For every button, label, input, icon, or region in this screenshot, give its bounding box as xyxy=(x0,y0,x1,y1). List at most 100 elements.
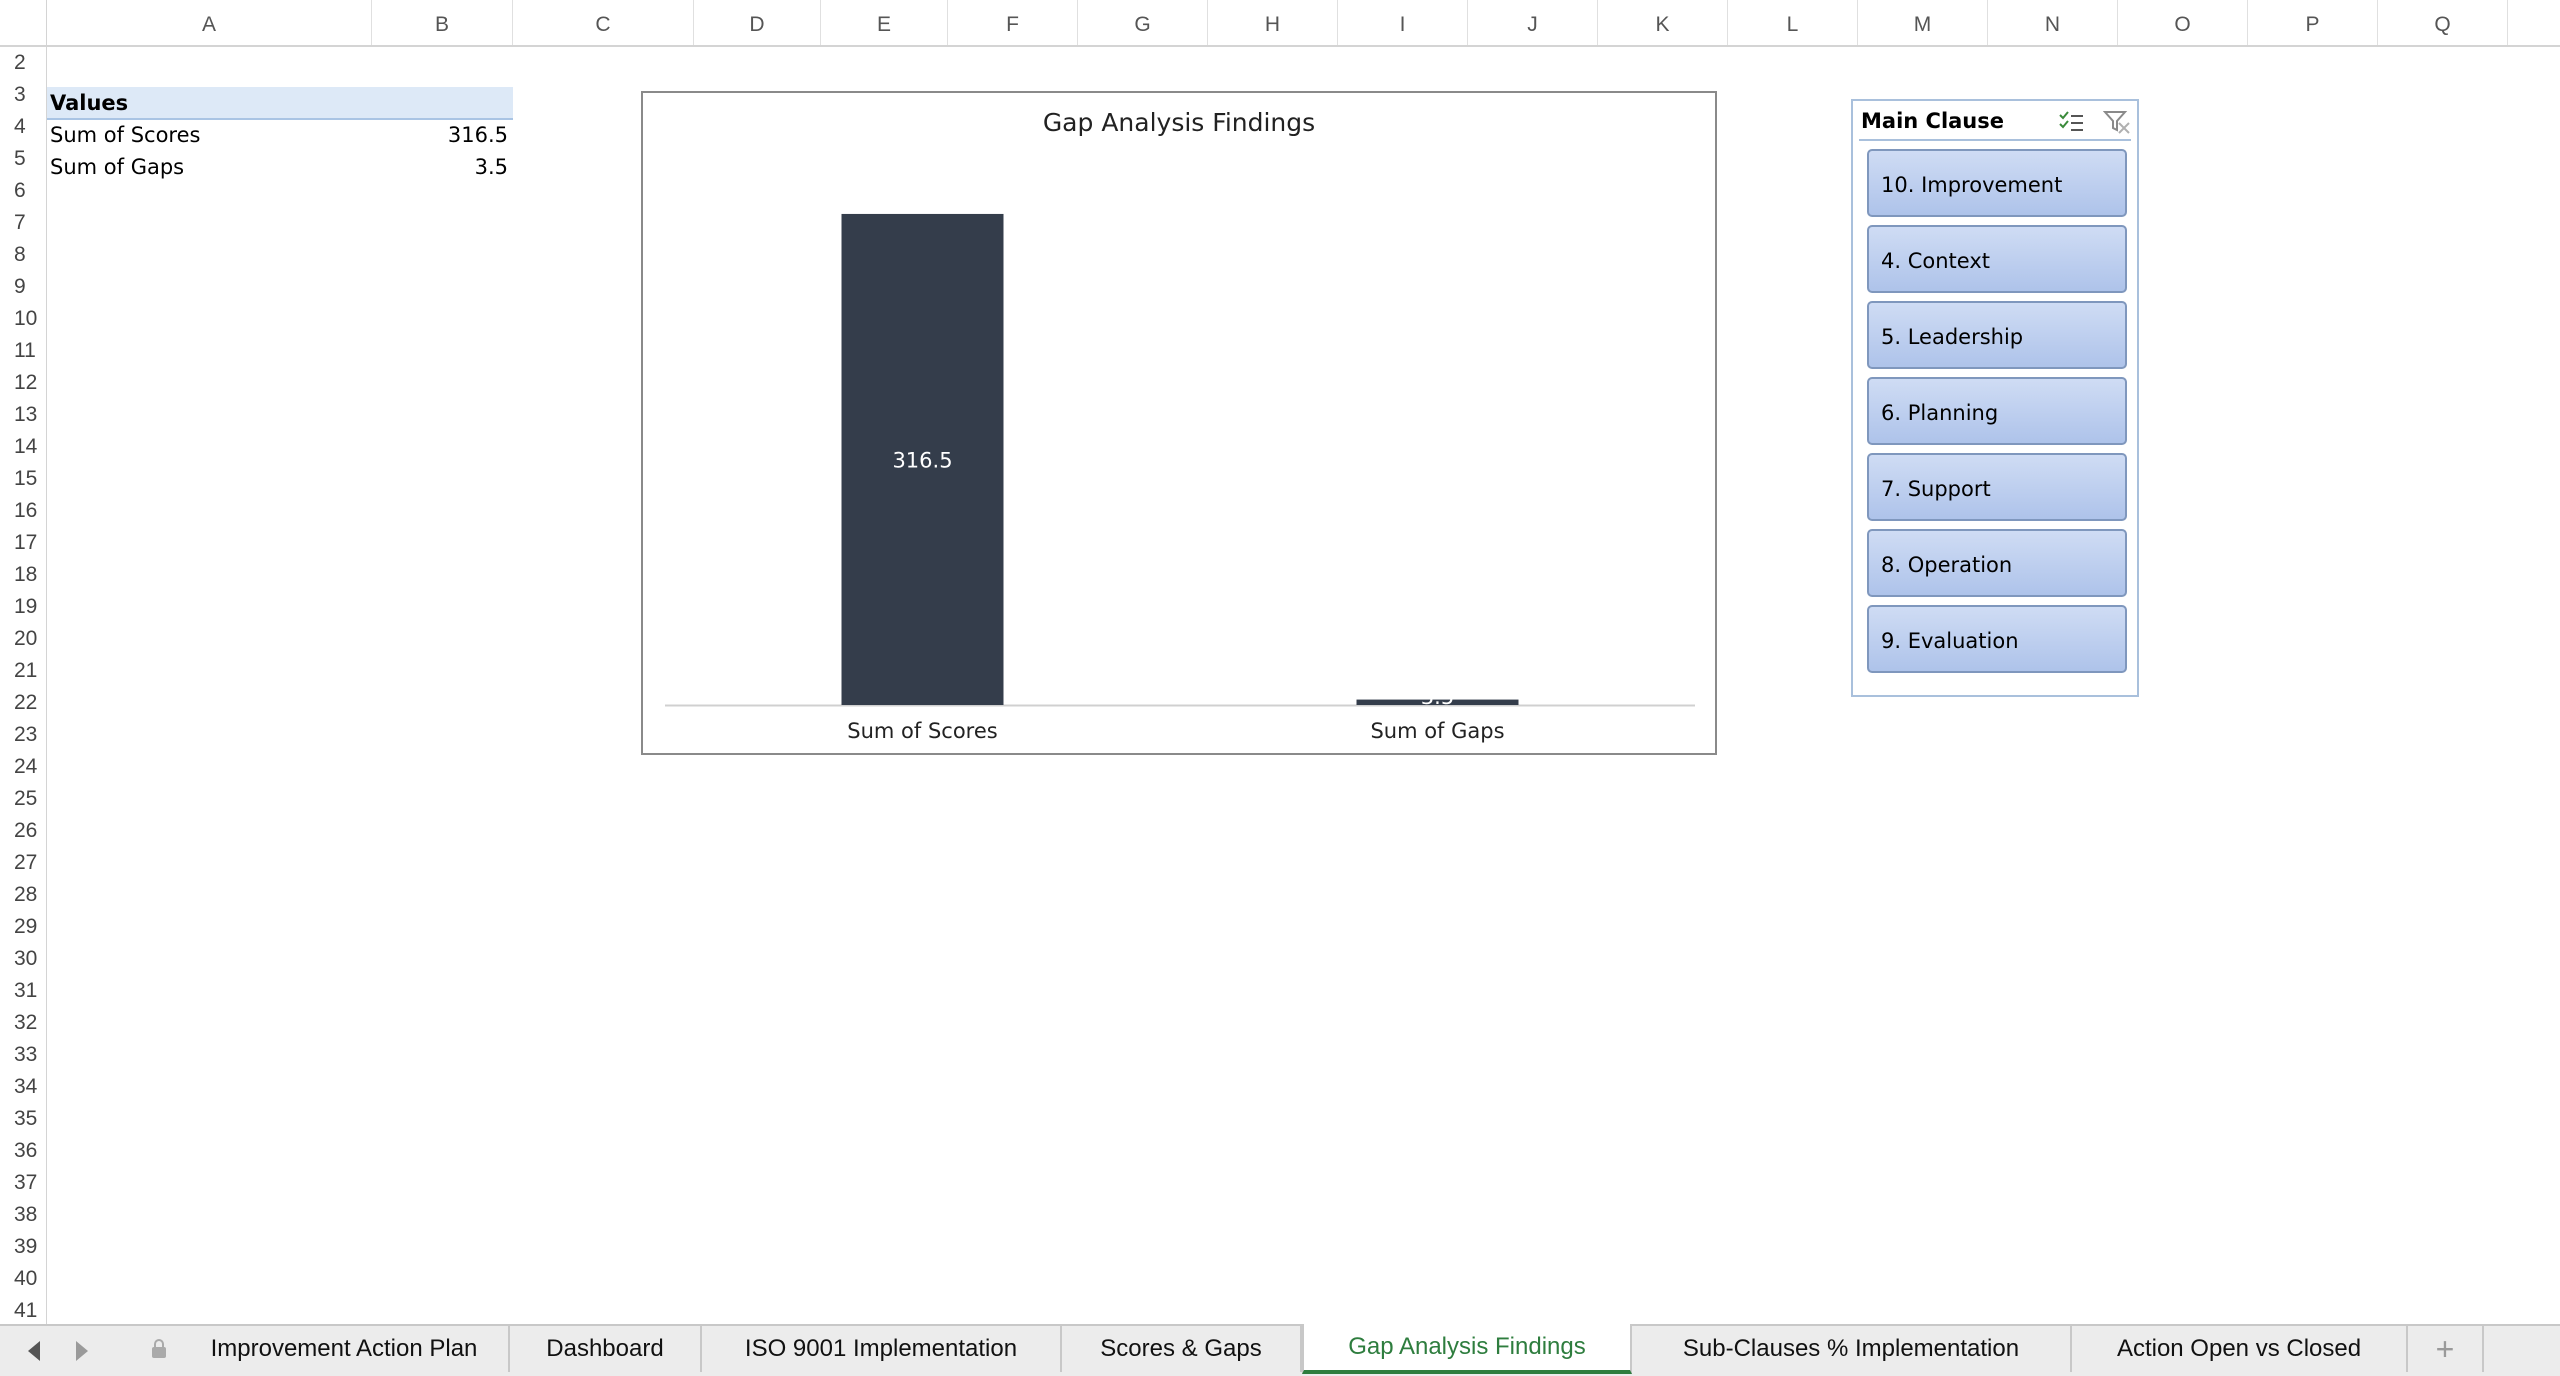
column-header-h[interactable]: H xyxy=(1208,0,1338,45)
chart-data-label: 3.5 xyxy=(1421,685,1454,709)
tab-label: Improvement Action Plan xyxy=(210,1335,478,1362)
column-header-b[interactable]: B xyxy=(372,0,513,45)
tab-label: Scores & Gaps xyxy=(1100,1335,1262,1362)
row-header-19[interactable]: 19 xyxy=(0,591,46,623)
pivot-row-label[interactable]: Sum of Gaps xyxy=(50,152,184,182)
pivot-row-value[interactable]: 3.5 xyxy=(372,152,508,182)
tab-label: ISO 9001 Implementation xyxy=(744,1335,1018,1362)
row-header-41[interactable]: 41 xyxy=(0,1295,46,1324)
tab-gap-analysis-findings[interactable]: Gap Analysis Findings xyxy=(1302,1324,1632,1374)
scroll-tabs-left-icon[interactable] xyxy=(22,1336,48,1366)
chart-title: Gap Analysis Findings xyxy=(1043,108,1315,137)
row-header-17[interactable]: 17 xyxy=(0,527,46,559)
slicer-item-improvement[interactable]: 10. Improvement xyxy=(1867,149,2127,217)
add-sheet-button[interactable]: + xyxy=(2408,1326,2484,1372)
tab-scores-gaps[interactable]: Scores & Gaps xyxy=(1062,1326,1302,1372)
chart-category-label: Sum of Scores xyxy=(847,719,997,743)
tab-label: Sub-Clauses % Implementation xyxy=(1682,1335,2020,1362)
multi-select-icon[interactable] xyxy=(2057,109,2085,135)
tab-label: Dashboard xyxy=(546,1335,664,1362)
slicer-item-leadership[interactable]: 5. Leadership xyxy=(1867,301,2127,369)
row-header-39[interactable]: 39 xyxy=(0,1231,46,1263)
row-header-36[interactable]: 36 xyxy=(0,1135,46,1167)
column-header-l[interactable]: L xyxy=(1728,0,1858,45)
row-header-2[interactable]: 2 xyxy=(0,47,46,79)
slicer-header: Main Clause xyxy=(1859,107,2131,141)
column-header-e[interactable]: E xyxy=(821,0,948,45)
row-header-27[interactable]: 27 xyxy=(0,847,46,879)
column-header-k[interactable]: K xyxy=(1598,0,1728,45)
row-header-25[interactable]: 25 xyxy=(0,783,46,815)
column-header-f[interactable]: F xyxy=(948,0,1078,45)
row-header-4[interactable]: 4 xyxy=(0,111,46,143)
column-header-m[interactable]: M xyxy=(1858,0,1988,45)
tab-improvement-action-plan[interactable]: Improvement Action Plan xyxy=(140,1326,510,1372)
column-header-q[interactable]: Q xyxy=(2378,0,2508,45)
main-clause-slicer[interactable]: Main Clause 10. Improvement 4. Context 5… xyxy=(1851,99,2139,697)
select-all-corner[interactable] xyxy=(0,0,47,45)
pivot-row-value[interactable]: 316.5 xyxy=(372,120,508,150)
gap-analysis-chart[interactable]: Gap Analysis Findings 316.5 Sum of Scores 3… xyxy=(641,91,1717,755)
row-header-15[interactable]: 15 xyxy=(0,463,46,495)
row-header-24[interactable]: 24 xyxy=(0,751,46,783)
row-header-21[interactable]: 21 xyxy=(0,655,46,687)
lock-icon xyxy=(152,1339,166,1358)
row-header-9[interactable]: 9 xyxy=(0,271,46,303)
row-header-31[interactable]: 31 xyxy=(0,975,46,1007)
clear-filter-icon[interactable] xyxy=(2103,109,2131,135)
column-header-c[interactable]: C xyxy=(513,0,694,45)
row-header-32[interactable]: 32 xyxy=(0,1007,46,1039)
chart-data-label: 316.5 xyxy=(892,448,952,472)
column-header-p[interactable]: P xyxy=(2248,0,2378,45)
tab-sub-clauses-implementation[interactable]: Sub-Clauses % Implementation xyxy=(1632,1326,2072,1372)
row-header-7[interactable]: 7 xyxy=(0,207,46,239)
slicer-item-support[interactable]: 7. Support xyxy=(1867,453,2127,521)
row-header-23[interactable]: 23 xyxy=(0,719,46,751)
row-header-34[interactable]: 34 xyxy=(0,1071,46,1103)
row-header-bar: 2 3 4 5 6 7 8 9 10 11 12 13 14 15 16 17 18 19 20 21 22 23 24 25… xyxy=(0,47,47,1324)
row-header-18[interactable]: 18 xyxy=(0,559,46,591)
column-header-i[interactable]: I xyxy=(1338,0,1468,45)
tab-label: Action Open vs Closed xyxy=(2116,1335,2362,1362)
row-header-16[interactable]: 16 xyxy=(0,495,46,527)
column-header-g[interactable]: G xyxy=(1078,0,1208,45)
column-header-a[interactable]: A xyxy=(47,0,372,45)
row-header-13[interactable]: 13 xyxy=(0,399,46,431)
row-header-5[interactable]: 5 xyxy=(0,143,46,175)
column-header-j[interactable]: J xyxy=(1468,0,1598,45)
row-header-3[interactable]: 3 xyxy=(0,79,46,111)
chart-category-label: Sum of Gaps xyxy=(1370,719,1504,743)
scroll-tabs-right-icon[interactable] xyxy=(68,1336,94,1366)
pivot-header-values[interactable]: Values xyxy=(50,88,128,118)
slicer-item-operation[interactable]: 8. Operation xyxy=(1867,529,2127,597)
pivot-row-label[interactable]: Sum of Scores xyxy=(50,120,200,150)
row-header-14[interactable]: 14 xyxy=(0,431,46,463)
row-header-12[interactable]: 12 xyxy=(0,367,46,399)
row-header-20[interactable]: 20 xyxy=(0,623,46,655)
column-header-o[interactable]: O xyxy=(2118,0,2248,45)
row-header-11[interactable]: 11 xyxy=(0,335,46,367)
row-header-40[interactable]: 40 xyxy=(0,1263,46,1295)
row-header-28[interactable]: 28 xyxy=(0,879,46,911)
tab-action-open-vs-closed[interactable]: Action Open vs Closed xyxy=(2072,1326,2408,1372)
row-header-30[interactable]: 30 xyxy=(0,943,46,975)
tab-dashboard[interactable]: Dashboard xyxy=(510,1326,702,1372)
row-header-26[interactable]: 26 xyxy=(0,815,46,847)
row-header-6[interactable]: 6 xyxy=(0,175,46,207)
row-header-8[interactable]: 8 xyxy=(0,239,46,271)
row-header-35[interactable]: 35 xyxy=(0,1103,46,1135)
row-header-22[interactable]: 22 xyxy=(0,687,46,719)
column-header-n[interactable]: N xyxy=(1988,0,2118,45)
row-header-37[interactable]: 37 xyxy=(0,1167,46,1199)
tab-iso-9001-implementation[interactable]: ISO 9001 Implementation xyxy=(702,1326,1062,1372)
row-header-33[interactable]: 33 xyxy=(0,1039,46,1071)
row-header-10[interactable]: 10 xyxy=(0,303,46,335)
slicer-item-context[interactable]: 4. Context xyxy=(1867,225,2127,293)
sheet-tab-bar: Improvement Action Plan Dashboard ISO 90… xyxy=(0,1324,2560,1376)
row-header-38[interactable]: 38 xyxy=(0,1199,46,1231)
chart-canvas: Gap Analysis Findings 316.5 Sum of Scores 3… xyxy=(665,108,1695,743)
slicer-item-evaluation[interactable]: 9. Evaluation xyxy=(1867,605,2127,673)
row-header-29[interactable]: 29 xyxy=(0,911,46,943)
column-header-d[interactable]: D xyxy=(694,0,821,45)
slicer-item-planning[interactable]: 6. Planning xyxy=(1867,377,2127,445)
